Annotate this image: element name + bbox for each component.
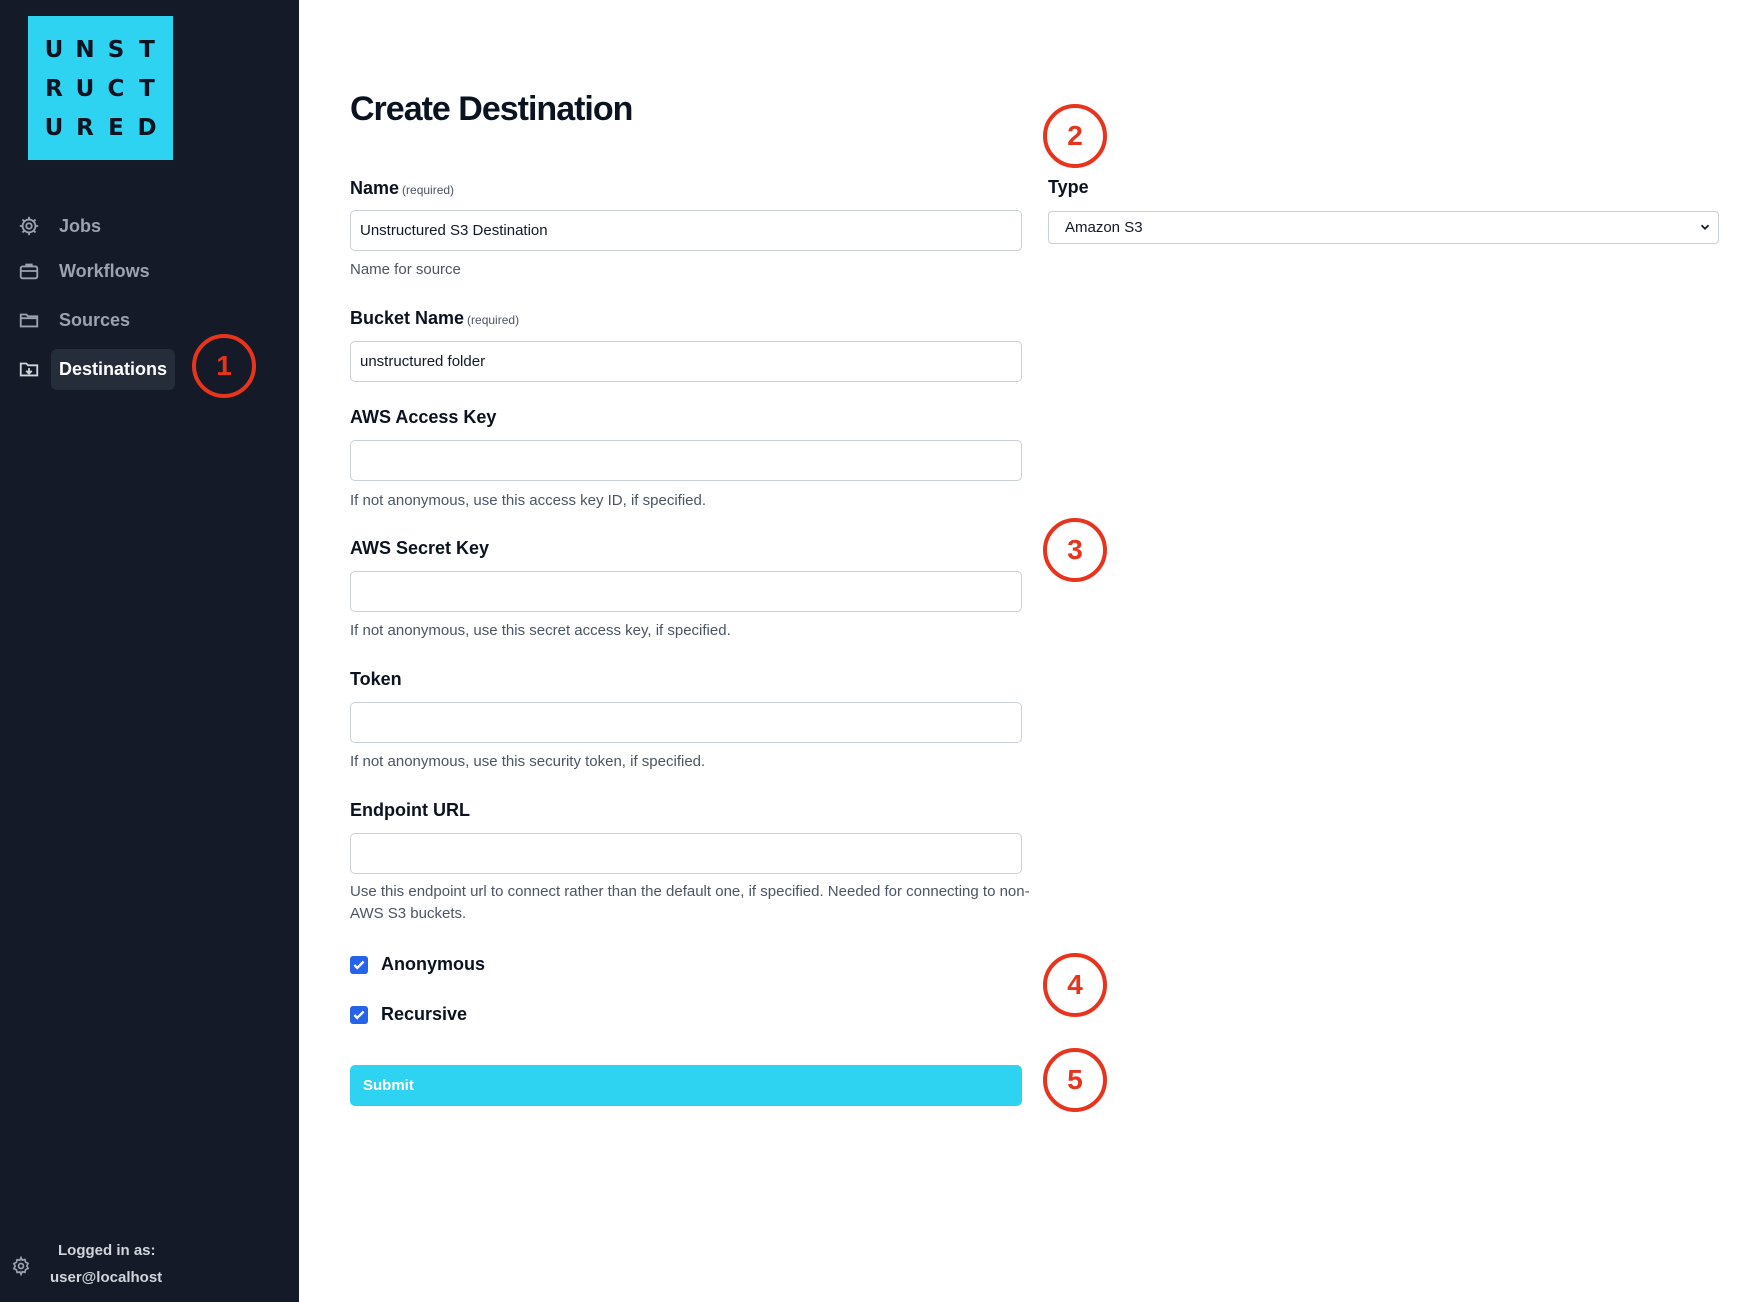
name-help: Name for source bbox=[350, 261, 461, 278]
endpoint-url-help: Use this endpoint url to connect rather … bbox=[350, 883, 1030, 922]
sidebar-footer: Logged in as: user@localhost bbox=[0, 1238, 299, 1298]
logo-row-3: URED bbox=[44, 115, 157, 141]
aws-secret-key-input[interactable] bbox=[350, 571, 1022, 612]
token-help: If not anonymous, use this security toke… bbox=[350, 753, 706, 770]
annotation-marker-2: 2 bbox=[1043, 104, 1107, 168]
annotation-marker-4: 4 bbox=[1043, 953, 1107, 1017]
sidebar-item-workflows[interactable]: Workflows bbox=[18, 249, 158, 293]
name-label: Name (required) bbox=[350, 178, 455, 198]
anonymous-checkbox-row[interactable]: Anonymous bbox=[350, 954, 485, 975]
aws-secret-key-label: AWS Secret Key bbox=[350, 538, 490, 558]
required-tag: (required) bbox=[467, 313, 520, 327]
anonymous-label: Anonymous bbox=[381, 954, 486, 974]
bucket-name-label: Bucket Name (required) bbox=[350, 308, 520, 328]
check-icon bbox=[353, 1010, 365, 1020]
folder-download-icon bbox=[18, 358, 40, 380]
sidebar-item-destinations[interactable]: Destinations bbox=[18, 347, 176, 391]
logo-row-2: RUCT bbox=[45, 76, 155, 102]
logged-in-user: user@localhost bbox=[50, 1269, 163, 1286]
recursive-checkbox-row[interactable]: Recursive bbox=[350, 1004, 467, 1025]
name-input[interactable] bbox=[350, 210, 1022, 251]
aws-access-key-label: AWS Access Key bbox=[350, 407, 497, 427]
annotation-marker-3: 3 bbox=[1043, 518, 1107, 582]
type-label: Type bbox=[1048, 177, 1089, 197]
required-tag: (required) bbox=[402, 183, 455, 197]
aws-access-key-help: If not anonymous, use this access key ID… bbox=[350, 492, 707, 509]
endpoint-url-input[interactable] bbox=[350, 833, 1022, 874]
gear-icon bbox=[18, 215, 40, 237]
token-label: Token bbox=[350, 669, 402, 689]
sidebar-item-label: Sources bbox=[59, 309, 131, 330]
aws-secret-key-help: If not anonymous, use this secret access… bbox=[350, 622, 731, 639]
annotation-marker-5: 5 bbox=[1043, 1048, 1107, 1112]
settings-icon[interactable] bbox=[11, 1255, 31, 1277]
aws-access-key-input[interactable] bbox=[350, 440, 1022, 481]
sidebar-item-label: Workflows bbox=[59, 260, 150, 281]
sidebar-item-label: Destinations bbox=[51, 348, 176, 390]
sidebar-item-jobs[interactable]: Jobs bbox=[18, 204, 109, 248]
folder-icon bbox=[18, 309, 40, 331]
annotation-marker-1: 1 bbox=[192, 334, 256, 398]
submit-button[interactable]: Submit bbox=[350, 1065, 1022, 1106]
sidebar-item-label: Jobs bbox=[59, 215, 102, 236]
briefcase-icon bbox=[18, 260, 40, 282]
sidebar-item-sources[interactable]: Sources bbox=[18, 298, 138, 342]
bucket-name-input[interactable] bbox=[350, 341, 1022, 382]
type-select[interactable]: Amazon S3 bbox=[1048, 211, 1719, 244]
recursive-label: Recursive bbox=[381, 1004, 468, 1024]
token-input[interactable] bbox=[350, 702, 1022, 743]
logged-in-label: Logged in as: bbox=[58, 1242, 156, 1259]
check-icon bbox=[353, 960, 365, 970]
unstructured-logo[interactable]: UNST RUCT URED bbox=[28, 16, 173, 160]
page-title: Create Destination bbox=[350, 90, 633, 128]
main-content: Create Destination Name(required) Name f… bbox=[299, 0, 1745, 1302]
anonymous-checkbox[interactable] bbox=[350, 955, 368, 974]
logo-row-1: UNST bbox=[44, 37, 155, 63]
recursive-checkbox[interactable] bbox=[350, 1005, 368, 1024]
endpoint-url-label: Endpoint URL bbox=[350, 800, 470, 820]
sidebar: UNST RUCT URED Jobs Workflows Sources De… bbox=[0, 0, 299, 1302]
type-selected-value: Amazon S3 bbox=[1065, 219, 1143, 236]
chevron-down-icon bbox=[1698, 220, 1712, 234]
